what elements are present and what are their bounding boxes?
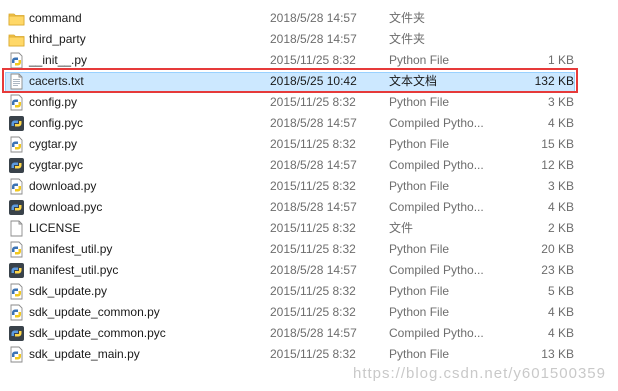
file-type: Compiled Pytho... xyxy=(389,158,484,172)
file-type: Python File xyxy=(389,305,450,319)
compiled-python-icon xyxy=(8,199,25,216)
file-size: 12 KB xyxy=(541,158,574,172)
file-row[interactable]: manifest_util.pyc 2018/5/28 14:57 Compiled… xyxy=(0,260,618,281)
file-size: 4 KB xyxy=(547,305,574,319)
file-type: 文件夹 xyxy=(389,11,426,25)
compiled-python-icon xyxy=(8,262,25,279)
file-name: sdk_update_common.py xyxy=(29,305,160,319)
file-size: 20 KB xyxy=(541,242,574,256)
file-size: 3 KB xyxy=(547,95,574,109)
file-type: Python File xyxy=(389,137,450,151)
file-date: 2015/11/25 8:32 xyxy=(270,305,356,319)
file-row[interactable]: sdk_update_main.py 2015/11/25 8:32 Python … xyxy=(0,344,618,365)
folder-icon xyxy=(8,10,25,27)
file-date: 2018/5/28 14:57 xyxy=(270,11,357,25)
file-row[interactable]: cygtar.py 2015/11/25 8:32 Python File 15 KB xyxy=(0,134,618,155)
file-size: 2 KB xyxy=(547,221,574,235)
python-file-icon xyxy=(8,52,25,69)
file-date: 2018/5/28 14:57 xyxy=(270,32,357,46)
file-size: 4 KB xyxy=(547,116,574,130)
file-date: 2015/11/25 8:32 xyxy=(270,95,356,109)
file-type: Compiled Pytho... xyxy=(389,200,484,214)
file-date: 2015/11/25 8:32 xyxy=(270,284,356,298)
file-name: manifest_util.pyc xyxy=(29,263,119,277)
file-size: 13 KB xyxy=(541,347,574,361)
python-file-icon xyxy=(8,136,25,153)
file-name: command xyxy=(29,11,82,25)
file-name: cygtar.py xyxy=(29,137,78,151)
file-row[interactable]: cygtar.pyc 2018/5/28 14:57 Compiled Pytho.… xyxy=(0,155,618,176)
compiled-python-icon xyxy=(8,325,25,342)
file-size: 5 KB xyxy=(547,284,574,298)
file-date: 2015/11/25 8:32 xyxy=(270,179,356,193)
file-name: LICENSE xyxy=(29,221,81,235)
file-name: sdk_update_common.pyc xyxy=(29,326,166,340)
file-type: Compiled Pytho... xyxy=(389,263,484,277)
folder-icon xyxy=(8,31,25,48)
file-date: 2018/5/28 14:57 xyxy=(270,263,357,277)
python-file-icon xyxy=(8,241,25,258)
file-date: 2018/5/28 14:57 xyxy=(270,200,357,214)
file-row[interactable]: download.py 2015/11/25 8:32 Python File 3 K… xyxy=(0,176,618,197)
file-name: third_party xyxy=(29,32,86,46)
file-type: 文件夹 xyxy=(389,32,426,46)
file-name: sdk_update_main.py xyxy=(29,347,140,361)
file-name: cygtar.pyc xyxy=(29,158,84,172)
watermark: https://blog.csdn.net/y601500359 xyxy=(352,365,606,382)
file-type: Compiled Pytho... xyxy=(389,326,484,340)
file-row[interactable]: LICENSE 2015/11/25 8:32 文件 2 KB xyxy=(0,218,618,239)
python-file-icon xyxy=(8,178,25,195)
file-date: 2015/11/25 8:32 xyxy=(270,242,356,256)
file-date: 2015/11/25 8:32 xyxy=(270,347,356,361)
file-type: Python File xyxy=(389,284,450,298)
file-row[interactable]: sdk_update_common.py 2015/11/25 8:32 Pytho… xyxy=(0,302,618,323)
file-row[interactable]: sdk_update_common.pyc 2018/5/28 14:57 Comp… xyxy=(0,323,618,344)
python-file-icon xyxy=(8,94,25,111)
python-file-icon xyxy=(8,304,25,321)
generic-file-icon xyxy=(8,220,25,237)
file-type: Compiled Pytho... xyxy=(389,116,484,130)
file-date: 2015/11/25 8:32 xyxy=(270,221,356,235)
file-size: 23 KB xyxy=(541,263,574,277)
file-size: 4 KB xyxy=(547,200,574,214)
file-row[interactable]: config.py 2015/11/25 8:32 Python File 3 KB xyxy=(0,92,618,113)
file-list: command 2018/5/28 14:57 文件夹 third_party 2018… xyxy=(0,8,618,365)
python-file-icon xyxy=(8,283,25,300)
file-date: 2018/5/28 14:57 xyxy=(270,116,357,130)
file-type: 文件 xyxy=(389,221,414,235)
file-name: download.py xyxy=(29,179,97,193)
compiled-python-icon xyxy=(8,115,25,132)
file-date: 2018/5/28 14:57 xyxy=(270,158,357,172)
file-size: 15 KB xyxy=(541,137,574,151)
file-type: Python File xyxy=(389,95,450,109)
python-file-icon xyxy=(8,346,25,363)
file-name: config.pyc xyxy=(29,116,84,130)
file-date: 2015/11/25 8:32 xyxy=(270,137,356,151)
file-type: Python File xyxy=(389,347,450,361)
file-type: Python File xyxy=(389,179,450,193)
file-size: 3 KB xyxy=(547,179,574,193)
file-name: manifest_util.py xyxy=(29,242,113,256)
file-row[interactable]: third_party 2018/5/28 14:57 文件夹 xyxy=(0,29,618,50)
file-row[interactable]: download.pyc 2018/5/28 14:57 Compiled Pyth… xyxy=(0,197,618,218)
file-row[interactable]: command 2018/5/28 14:57 文件夹 xyxy=(0,8,618,29)
file-size: 4 KB xyxy=(547,326,574,340)
file-date: 2018/5/28 14:57 xyxy=(270,326,357,340)
compiled-python-icon xyxy=(8,157,25,174)
file-row[interactable]: cacerts.txt 2018/5/25 10:42 文本文档 132 KB xyxy=(0,68,618,93)
file-row[interactable]: manifest_util.py 2015/11/25 8:32 Python Fi… xyxy=(0,239,618,260)
file-name: config.py xyxy=(29,95,78,109)
file-row[interactable]: config.pyc 2018/5/28 14:57 Compiled Pytho.… xyxy=(0,113,618,134)
file-name: download.pyc xyxy=(29,200,103,214)
file-type: Python File xyxy=(389,242,450,256)
file-row[interactable]: sdk_update.py 2015/11/25 8:32 Python File 5… xyxy=(0,281,618,302)
highlight-box xyxy=(2,68,578,93)
file-name: sdk_update.py xyxy=(29,284,108,298)
